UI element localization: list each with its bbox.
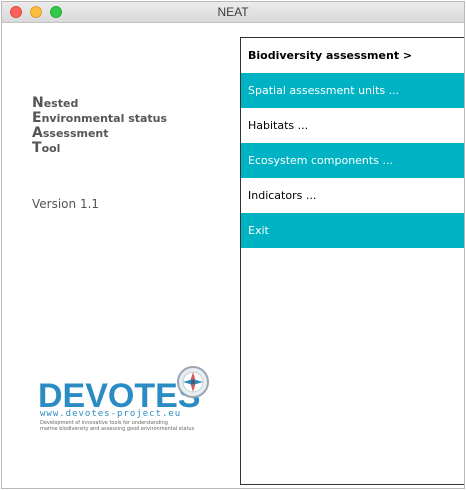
- menu-item-indicators[interactable]: Indicators ...: [241, 178, 464, 213]
- window-title: NEAT: [217, 5, 249, 19]
- app-window: NEAT Nested Environmental status Assessm…: [1, 1, 465, 489]
- app-title-line-3: Assessment: [32, 125, 109, 141]
- logo-tagline-2: marine biodiversity and assessing good e…: [40, 426, 195, 432]
- menu-item-exit[interactable]: Exit: [241, 213, 464, 248]
- logo-url: www.devotes-project.eu: [40, 409, 182, 419]
- compass-icon: [177, 366, 209, 398]
- app-title-line-2: Environmental status: [32, 110, 168, 126]
- devotes-logo: DEVOTES www.devotes-project.eu Developme…: [38, 365, 218, 445]
- main-menu: Biodiversity assessment > Spatial assess…: [240, 37, 464, 485]
- app-title-line-1: Nested: [32, 95, 79, 111]
- app-title-line-4: Tool: [32, 140, 61, 156]
- menu-item-biodiversity-assessment[interactable]: Biodiversity assessment >: [241, 38, 464, 73]
- menu-item-spatial-assessment-units[interactable]: Spatial assessment units ...: [241, 73, 464, 108]
- version-label: Version 1.1: [32, 197, 100, 211]
- menu-item-habitats[interactable]: Habitats ...: [241, 108, 464, 143]
- title-bar[interactable]: NEAT: [2, 2, 464, 23]
- menu-item-ecosystem-components[interactable]: Ecosystem components ...: [241, 143, 464, 178]
- app-title: Nested Environmental status Assessment T…: [32, 96, 167, 156]
- main-content: Nested Environmental status Assessment T…: [2, 23, 464, 488]
